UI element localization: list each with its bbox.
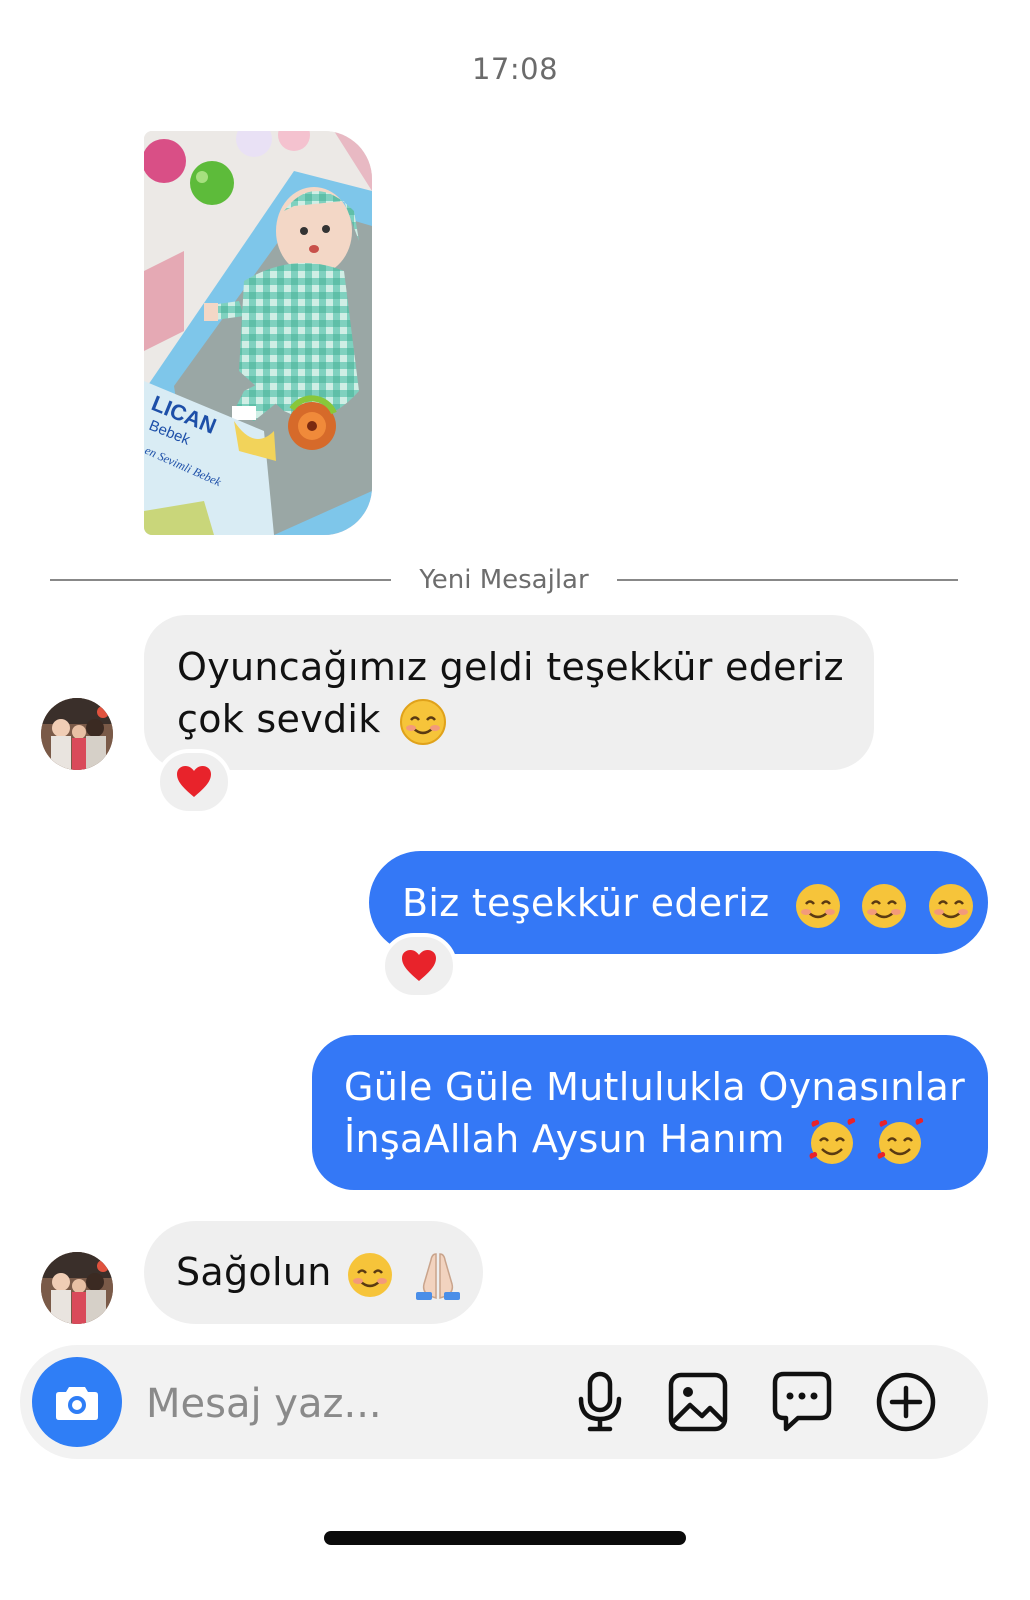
smiling-face-with-hearts-icon [809, 1117, 856, 1164]
new-messages-label: Yeni Mesajlar [419, 565, 589, 595]
smiling-face-with-hearts-icon [878, 1117, 924, 1164]
message-text-line: Güle Güle Mutlulukla Oynasınlar [344, 1065, 966, 1109]
divider-line-left [50, 579, 392, 581]
gallery-icon [668, 1372, 728, 1432]
smiling-face-icon [928, 883, 973, 928]
contact-avatar[interactable] [41, 1252, 113, 1324]
sticker-icon [772, 1371, 832, 1432]
timestamp: 17:08 [471, 52, 559, 86]
message-input[interactable] [144, 1373, 548, 1435]
heart-reaction[interactable] [156, 749, 232, 815]
heart-icon [177, 766, 211, 797]
smiling-face-icon [348, 1252, 392, 1297]
avatar-photo [41, 1252, 113, 1324]
message-text-line: Biz teşekkür ederiz [402, 881, 770, 925]
smiling-face-icon [399, 698, 446, 745]
divider-line-right [616, 579, 958, 581]
microphone-icon [578, 1371, 622, 1432]
plus-icon [876, 1372, 936, 1432]
heart-reaction[interactable] [381, 933, 457, 999]
camera-button[interactable] [32, 1357, 122, 1447]
message-text-line: Sağolun [176, 1250, 332, 1294]
home-indicator[interactable] [324, 1531, 686, 1545]
message-text-line: çok sevdik [177, 693, 874, 746]
camera-icon [56, 1387, 98, 1420]
message-composer [20, 1345, 988, 1459]
gallery-button[interactable] [663, 1367, 733, 1437]
new-messages-divider: Yeni Mesajlar [50, 562, 958, 598]
microphone-button[interactable] [565, 1367, 635, 1437]
message-bubble-incoming[interactable]: Oyuncağımız geldi teşekkür ederiz çok se… [144, 615, 874, 770]
smiling-face-icon [862, 883, 907, 928]
doll-photo-illustration: LICAN Bebek en Sevimli Bebek [144, 131, 372, 535]
heart-icon [402, 950, 436, 981]
avatar-photo [41, 698, 113, 770]
message-bubble-outgoing[interactable]: Güle Güle Mutlulukla Oynasınlar İnşaAlla… [312, 1035, 988, 1190]
message-bubble-incoming[interactable]: Sağolun [144, 1221, 483, 1324]
message-text-line: Oyuncağımız geldi teşekkür ederiz [177, 645, 844, 689]
shared-photo[interactable]: LICAN Bebek en Sevimli Bebek [144, 131, 372, 535]
smiling-face-icon [795, 883, 840, 928]
folded-hands-icon [416, 1252, 461, 1300]
message-text-line: İnşaAllah Aysun Hanım [344, 1113, 988, 1167]
add-button[interactable] [871, 1367, 941, 1437]
contact-avatar[interactable] [41, 698, 113, 770]
message-bubble-outgoing[interactable]: Biz teşekkür ederiz [369, 851, 988, 954]
sticker-button[interactable] [767, 1367, 837, 1437]
